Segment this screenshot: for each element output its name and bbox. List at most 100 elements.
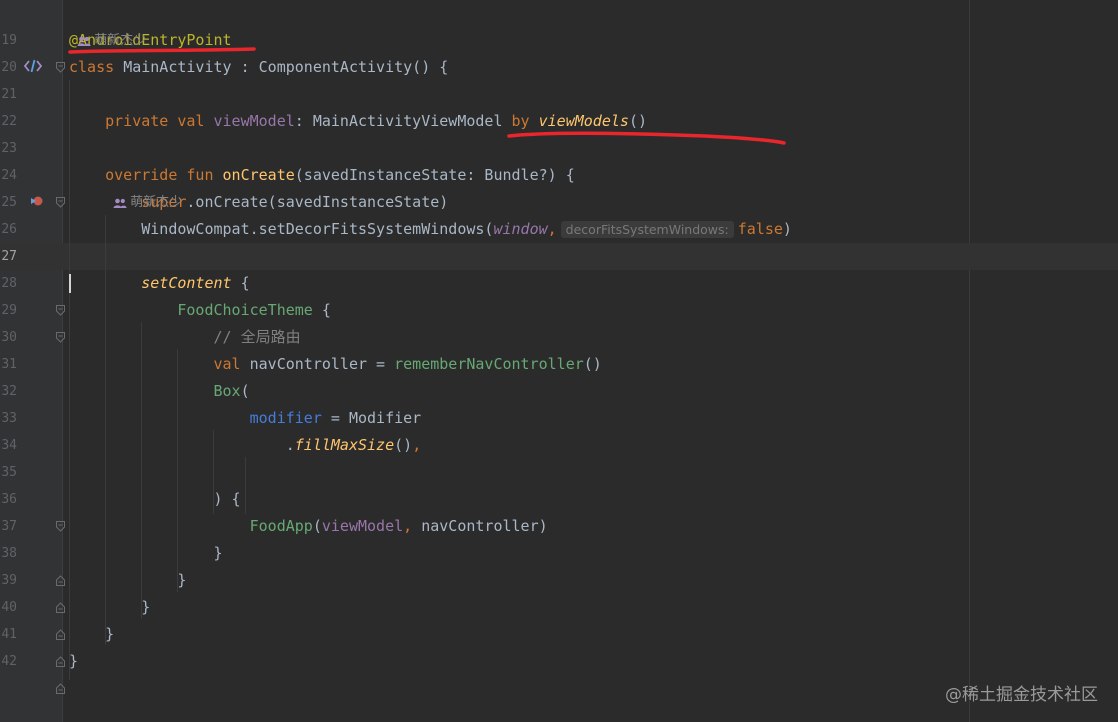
line-number[interactable]: 30 bbox=[0, 324, 17, 351]
code-text[interactable]: setContent { bbox=[69, 270, 250, 297]
code-text[interactable]: Box( bbox=[69, 378, 250, 405]
code-text[interactable]: } bbox=[69, 648, 78, 675]
code-line[interactable]: 37 FoodApp(viewModel, navController) bbox=[0, 513, 1118, 540]
code-line[interactable]: 27 bbox=[0, 243, 1118, 270]
line-number[interactable]: 20 bbox=[0, 54, 17, 81]
code-text[interactable]: FoodChoiceTheme { bbox=[69, 297, 331, 324]
code-text[interactable]: } bbox=[69, 567, 186, 594]
code-text[interactable]: } bbox=[69, 540, 222, 567]
line-number[interactable]: 25 bbox=[0, 189, 17, 216]
code-text[interactable]: // 全局路由 bbox=[69, 324, 300, 351]
line-number[interactable]: 40 bbox=[0, 594, 17, 621]
code-text[interactable]: class MainActivity : ComponentActivity()… bbox=[69, 54, 448, 81]
code-text[interactable]: } bbox=[69, 594, 150, 621]
line-number[interactable]: 31 bbox=[0, 351, 17, 378]
code-line[interactable]: 42} bbox=[0, 648, 1118, 675]
code-token: modifier bbox=[69, 409, 322, 427]
indent-guide bbox=[105, 215, 106, 645]
code-token: ( bbox=[312, 517, 322, 535]
code-token: () bbox=[394, 436, 413, 454]
author-name: 萌新杰少 bbox=[130, 195, 183, 210]
code-line[interactable]: 35 bbox=[0, 459, 1118, 486]
code-token: (savedInstanceState: Bundle?) { bbox=[294, 166, 575, 184]
code-line[interactable]: 36 ) { bbox=[0, 486, 1118, 513]
line-number[interactable]: 27 bbox=[0, 243, 17, 270]
indent-guide bbox=[177, 349, 178, 592]
indent-guide bbox=[141, 322, 142, 619]
code-line[interactable]: 38 } bbox=[0, 540, 1118, 567]
code-line[interactable]: 39 } bbox=[0, 567, 1118, 594]
line-number[interactable]: 23 bbox=[0, 135, 17, 162]
code-text[interactable]: modifier = Modifier bbox=[69, 405, 422, 432]
line-number[interactable]: 28 bbox=[0, 270, 17, 297]
watermark-text: @稀土掘金技术社区 bbox=[945, 685, 1098, 705]
code-line[interactable]: 30 // 全局路由 bbox=[0, 324, 1118, 351]
line-number[interactable]: 24 bbox=[0, 162, 17, 189]
fold-marker[interactable] bbox=[56, 62, 65, 73]
code-line[interactable]: 31 val navController = rememberNavContro… bbox=[0, 351, 1118, 378]
code-token: } bbox=[69, 598, 151, 616]
line-number[interactable]: 39 bbox=[0, 567, 17, 594]
line-number[interactable]: 41 bbox=[0, 621, 17, 648]
fold-marker[interactable] bbox=[56, 197, 65, 208]
author-hint[interactable]: 萌新杰少 bbox=[105, 162, 182, 210]
code-text[interactable]: ) { bbox=[69, 486, 240, 513]
red-underline-annotation bbox=[68, 47, 256, 54]
line-number[interactable]: 22 bbox=[0, 108, 17, 135]
text-caret bbox=[69, 274, 71, 293]
author-people-icon bbox=[113, 198, 127, 208]
fold-end-marker[interactable] bbox=[56, 575, 65, 586]
code-token: ( bbox=[240, 382, 250, 400]
code-token: window bbox=[493, 220, 548, 238]
code-line[interactable]: 29 FoodChoiceTheme { bbox=[0, 297, 1118, 324]
activity-tag-icon[interactable] bbox=[24, 59, 42, 73]
code-token: .onCreate(savedInstanceState) bbox=[186, 193, 449, 211]
code-line[interactable]: 20 class MainActivity : ComponentActivity… bbox=[0, 54, 1118, 81]
line-number[interactable]: 29 bbox=[0, 297, 17, 324]
fold-end-marker[interactable] bbox=[56, 602, 65, 613]
fold-end-marker[interactable] bbox=[56, 656, 65, 667]
indent-guide bbox=[69, 80, 70, 680]
author-hint[interactable]: 萌新杰少 bbox=[69, 0, 146, 48]
code-token: } bbox=[69, 625, 115, 643]
code-line[interactable]: 28 setContent { bbox=[0, 270, 1118, 297]
line-number[interactable]: 42 bbox=[0, 648, 17, 675]
indent-guide bbox=[245, 457, 246, 514]
code-line[interactable]: 21 bbox=[0, 81, 1118, 108]
code-line[interactable]: 33 modifier = Modifier bbox=[0, 405, 1118, 432]
fold-marker[interactable] bbox=[56, 305, 65, 316]
line-number[interactable]: 38 bbox=[0, 540, 17, 567]
code-token: . bbox=[69, 436, 295, 454]
line-number[interactable]: 19 bbox=[0, 27, 17, 54]
code-line[interactable]: 32 Box( bbox=[0, 378, 1118, 405]
override-marker-icon[interactable] bbox=[30, 195, 44, 207]
indent-guide bbox=[213, 430, 214, 514]
code-text[interactable]: } bbox=[69, 621, 114, 648]
code-text[interactable]: WindowCompat.setDecorFitsSystemWindows(w… bbox=[69, 216, 792, 243]
line-number[interactable]: 35 bbox=[0, 459, 17, 486]
line-number[interactable]: 33 bbox=[0, 405, 17, 432]
code-line[interactable]: 34 .fillMaxSize(), bbox=[0, 432, 1118, 459]
fold-end-marker[interactable] bbox=[56, 629, 65, 640]
code-token: WindowCompat.setDecorFitsSystemWindows( bbox=[69, 220, 494, 238]
code-token: : MainActivityViewModel bbox=[294, 112, 512, 130]
code-text[interactable]: .fillMaxSize(), bbox=[69, 432, 421, 459]
code-line[interactable]: 41 } bbox=[0, 621, 1118, 648]
line-number[interactable]: 37 bbox=[0, 513, 17, 540]
code-token: { bbox=[231, 274, 250, 292]
code-token: navController) bbox=[412, 517, 548, 535]
code-token: } bbox=[69, 652, 79, 670]
code-line[interactable]: 26 WindowCompat.setDecorFitsSystemWindow… bbox=[0, 216, 1118, 243]
fold-end-marker[interactable] bbox=[56, 683, 65, 694]
fold-marker[interactable] bbox=[56, 332, 65, 343]
code-line[interactable]: 40 } bbox=[0, 594, 1118, 621]
line-number[interactable]: 34 bbox=[0, 432, 17, 459]
code-text[interactable]: val navController = rememberNavControlle… bbox=[69, 351, 601, 378]
fold-marker[interactable] bbox=[56, 521, 65, 532]
line-number[interactable]: 26 bbox=[0, 216, 17, 243]
line-number[interactable]: 21 bbox=[0, 81, 17, 108]
line-number[interactable]: 32 bbox=[0, 378, 17, 405]
line-number[interactable]: 36 bbox=[0, 486, 17, 513]
red-underline-annotation bbox=[507, 131, 786, 145]
code-token: setContent bbox=[69, 274, 232, 292]
